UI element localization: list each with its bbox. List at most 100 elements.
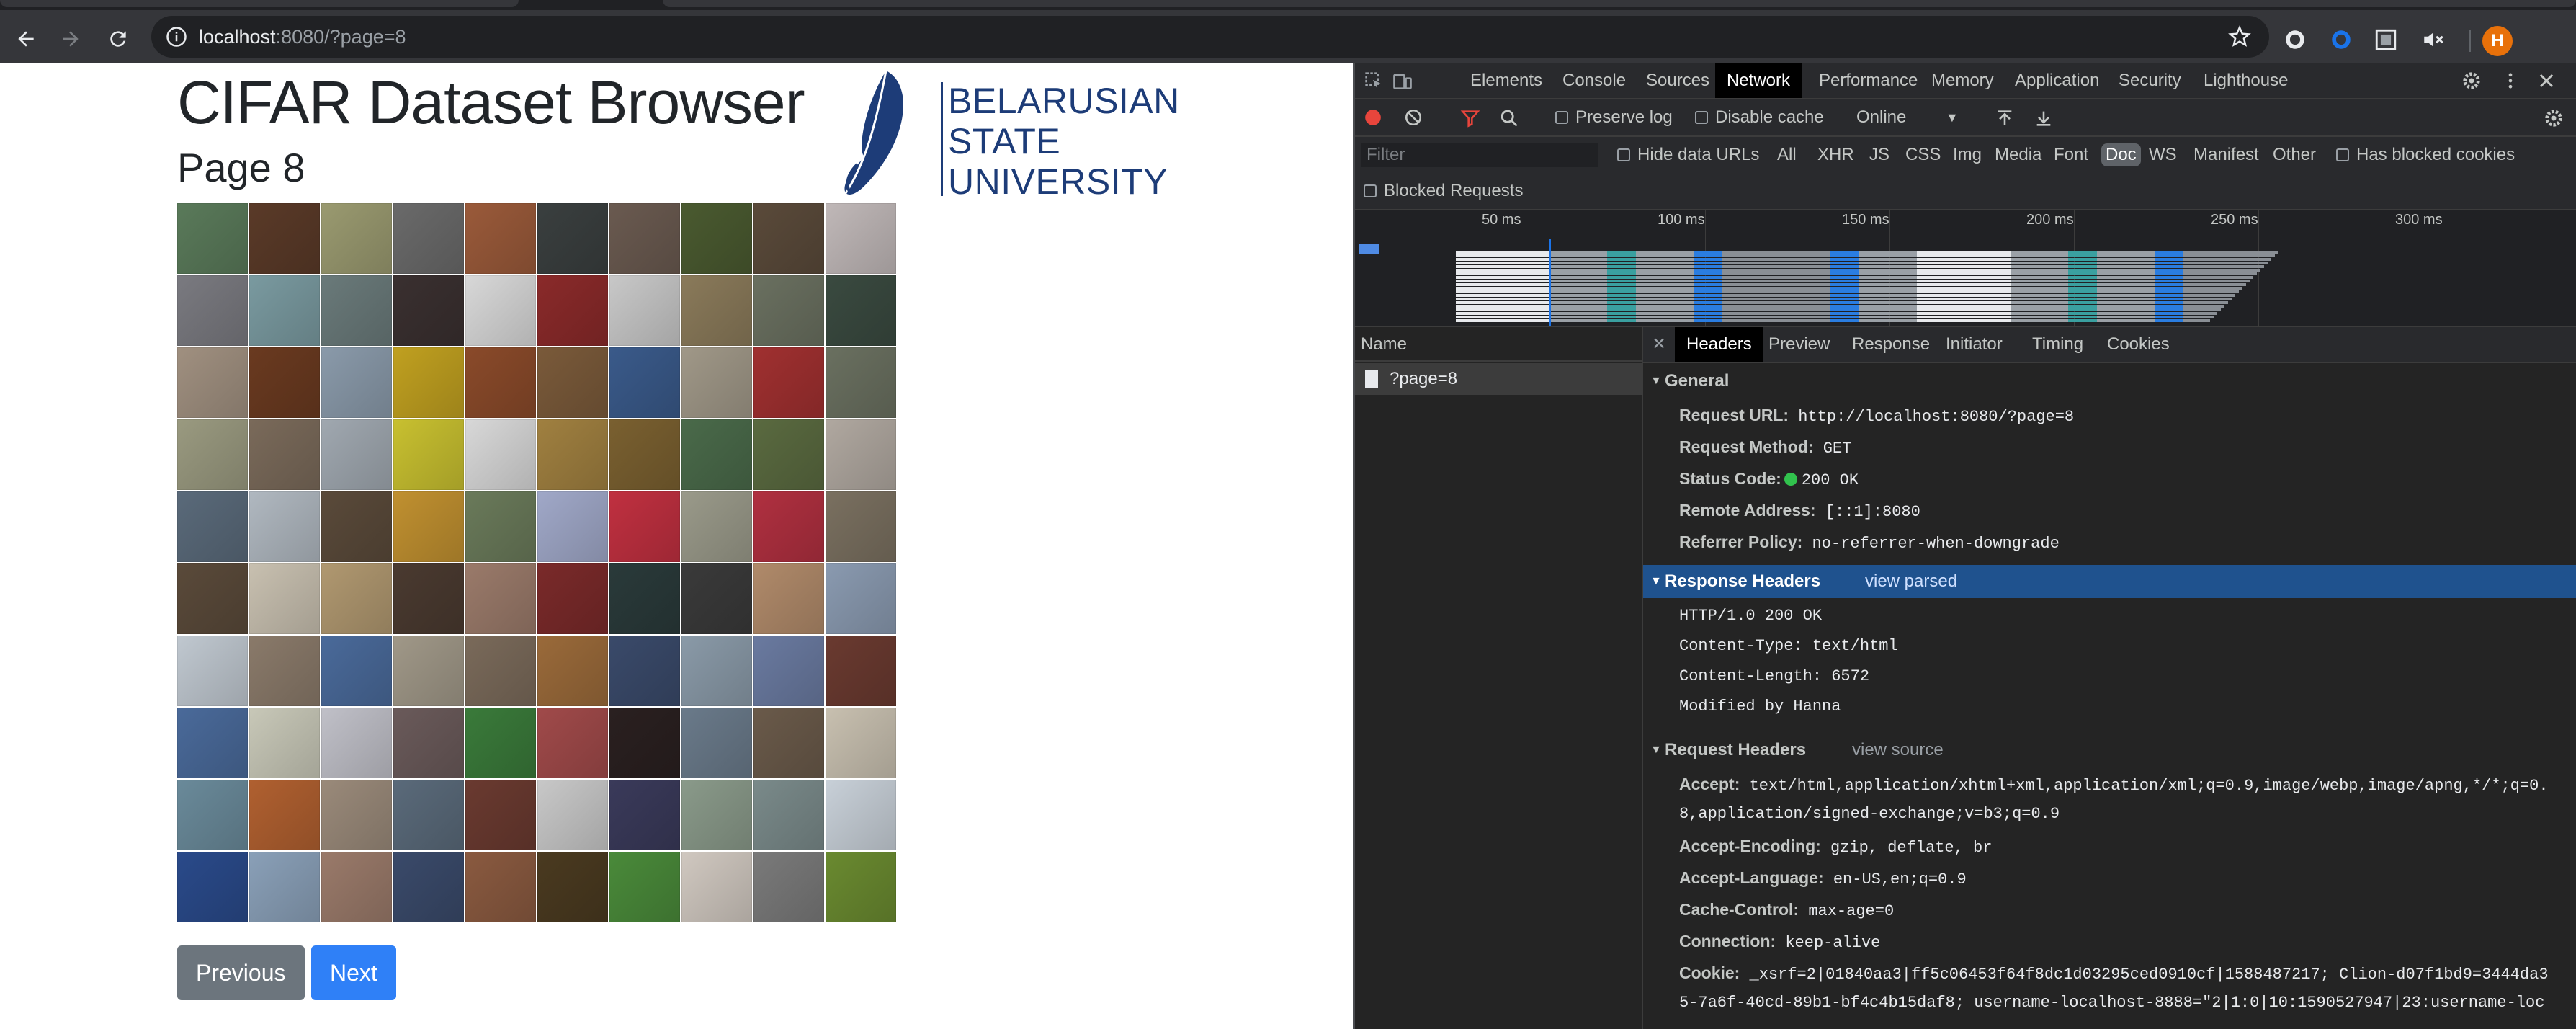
extension-box-icon[interactable]: [2373, 27, 2399, 53]
filter-input[interactable]: Filter: [1361, 143, 1598, 167]
tab-timing[interactable]: Timing: [2021, 327, 2095, 362]
url-text[interactable]: localhost:8080/?page=8: [199, 16, 406, 58]
tab-headers[interactable]: Headers: [1675, 327, 1763, 362]
filter-type-font[interactable]: Font: [2054, 137, 2088, 173]
general-section-header[interactable]: ▼ General: [1643, 365, 2576, 398]
filter-type-img[interactable]: Img: [1953, 137, 1982, 173]
back-button[interactable]: [12, 24, 40, 53]
header-value: en-US,en;q=0.9: [1833, 870, 1967, 888]
filter-type-xhr[interactable]: XHR: [1817, 137, 1854, 173]
request-name: ?page=8: [1390, 369, 1458, 388]
timeline-request-bar: [1456, 316, 2214, 318]
device-toolbar-icon[interactable]: [1392, 71, 1413, 91]
hide-data-urls-checkbox[interactable]: [1617, 148, 1630, 161]
reload-button[interactable]: [104, 24, 133, 53]
disable-cache-checkbox[interactable]: [1695, 111, 1708, 124]
request-row[interactable]: ?page=8: [1355, 363, 1642, 395]
throttling-select[interactable]: Online: [1856, 99, 1906, 135]
cifar-thumbnail: [177, 708, 248, 778]
network-overview-timeline[interactable]: 50 ms 100 ms 150 ms 200 ms 250 ms 300 ms: [1355, 210, 2576, 327]
cifar-thumbnail: [321, 708, 392, 778]
forward-button[interactable]: [56, 24, 85, 53]
header-row: Referrer Policy: no-referrer-when-downgr…: [1679, 526, 2060, 558]
logo-line: BELARUSIAN: [948, 81, 1180, 121]
devtools-panel: Elements Console Sources Network Perform…: [1353, 63, 2576, 1029]
gear-icon[interactable]: [2461, 71, 2482, 91]
next-button[interactable]: Next: [311, 945, 396, 1000]
mute-icon[interactable]: [2420, 27, 2446, 53]
cifar-thumbnail: [537, 636, 608, 706]
cifar-thumbnail: [249, 347, 320, 418]
cifar-thumbnail: [177, 491, 248, 562]
tab-initiator[interactable]: Initiator: [1934, 327, 2014, 362]
more-options-icon[interactable]: [2500, 71, 2521, 91]
address-bar[interactable]: localhost:8080/?page=8: [151, 16, 2269, 58]
clear-icon[interactable]: [1404, 108, 1423, 127]
bookmark-star-icon[interactable]: [2227, 24, 2252, 49]
cifar-thumbnail: [537, 419, 608, 490]
blocked-requests-label: Blocked Requests: [1384, 181, 1524, 200]
raw-header-line: Modified by Hanna: [1679, 698, 1841, 716]
filter-type-ws[interactable]: WS: [2149, 137, 2177, 173]
previous-button[interactable]: Previous: [177, 945, 305, 1000]
cifar-thumbnail: [753, 636, 824, 706]
view-source-link[interactable]: view source: [1852, 734, 1944, 767]
cifar-thumbnail: [465, 708, 536, 778]
cifar-thumbnail: [826, 564, 896, 634]
filter-type-js[interactable]: JS: [1869, 137, 1889, 173]
tab-network[interactable]: Network: [1715, 63, 1802, 98]
network-settings-gear-icon[interactable]: [2544, 108, 2564, 128]
filter-icon[interactable]: [1460, 108, 1480, 128]
tab-console[interactable]: Console: [1551, 63, 1637, 98]
tab-sources[interactable]: Sources: [1634, 63, 1721, 98]
request-headers-section-header[interactable]: ▼ Request Headers view source: [1643, 734, 2576, 767]
extension-translate-icon[interactable]: [2282, 27, 2308, 53]
filter-type-doc[interactable]: Doc: [2101, 143, 2141, 166]
header-key: Request Method:: [1679, 437, 1814, 456]
disable-cache-label: Disable cache: [1715, 107, 1824, 127]
export-har-icon[interactable]: [2034, 108, 2054, 128]
filter-type-other[interactable]: Other: [2273, 137, 2316, 173]
response-headers-section-header[interactable]: ▼ Response Headers view parsed: [1643, 565, 2576, 598]
close-detail-icon[interactable]: ✕: [1652, 327, 1666, 362]
preserve-log-checkbox[interactable]: [1555, 111, 1568, 124]
inspect-element-icon[interactable]: [1364, 71, 1384, 91]
blocked-requests-checkbox[interactable]: [1364, 184, 1377, 197]
tab-security[interactable]: Security: [2107, 63, 2193, 98]
name-column-header[interactable]: Name: [1355, 327, 1642, 362]
tab-performance[interactable]: Performance: [1807, 63, 1929, 98]
tab-strip: [0, 0, 2576, 10]
cifar-thumbnail: [753, 203, 824, 274]
extension-circle-icon[interactable]: [2328, 27, 2354, 53]
cifar-thumbnail: [609, 491, 680, 562]
tab-cookies[interactable]: Cookies: [2096, 327, 2181, 362]
import-har-icon[interactable]: [1995, 108, 2015, 128]
tab-response[interactable]: Response: [1841, 327, 1941, 362]
info-icon[interactable]: [166, 26, 187, 48]
filter-type-media[interactable]: Media: [1995, 137, 2041, 173]
cifar-thumbnail: [537, 347, 608, 418]
close-icon[interactable]: [2536, 71, 2557, 91]
profile-avatar[interactable]: H: [2482, 26, 2513, 56]
tab-elements[interactable]: Elements: [1459, 63, 1554, 98]
tab-memory[interactable]: Memory: [1920, 63, 2005, 98]
browser-tab[interactable]: [0, 0, 519, 7]
page-title: CIFAR Dataset Browser: [177, 68, 805, 136]
filter-type-css[interactable]: CSS: [1905, 137, 1941, 173]
view-parsed-link[interactable]: view parsed: [1865, 565, 1957, 598]
tab-application[interactable]: Application: [2003, 63, 2111, 98]
has-blocked-cookies-checkbox[interactable]: [2336, 148, 2349, 161]
expand-triangle-icon: ▼: [1650, 744, 1662, 756]
search-icon[interactable]: [1499, 108, 1519, 128]
filter-type-all[interactable]: All: [1777, 137, 1797, 173]
arrow-right-icon: [63, 31, 79, 47]
browser-tab[interactable]: [663, 0, 2576, 7]
chevron-down-icon[interactable]: ▼: [1946, 99, 1959, 135]
header-key: Request URL:: [1679, 406, 1789, 424]
tab-lighthouse[interactable]: Lighthouse: [2192, 63, 2299, 98]
record-icon[interactable]: [1364, 108, 1382, 127]
image-grid: [177, 203, 896, 922]
filter-bar: Filter Hide data URLs All XHR JS CSS Img…: [1355, 137, 2576, 173]
filter-type-manifest[interactable]: Manifest: [2193, 137, 2259, 173]
tab-preview[interactable]: Preview: [1757, 327, 1841, 362]
